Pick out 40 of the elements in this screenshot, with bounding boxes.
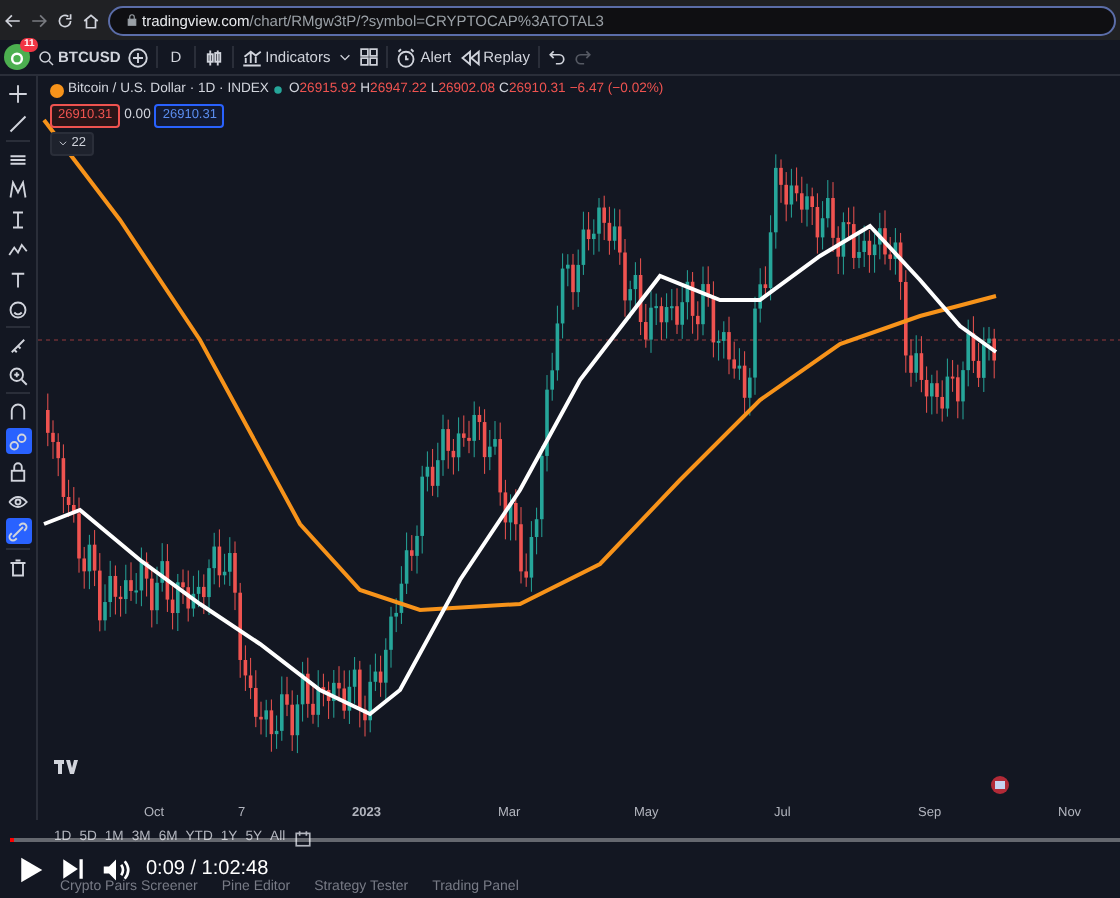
wave-icon[interactable] [8,239,28,259]
smiley-icon[interactable] [8,299,28,319]
alarm-clock-icon [396,47,417,67]
crosshair-icon[interactable] [8,83,28,103]
lock-icon[interactable] [8,461,28,481]
caret-icon[interactable] [338,50,353,64]
lock-icon [126,14,138,26]
bitcoin-icon [50,83,64,98]
add-symbol-icon[interactable] [128,47,149,67]
trash-icon[interactable] [8,557,28,577]
avatar-icon [4,44,30,70]
lines-icon[interactable] [8,149,28,169]
video-time: 0:09 / 1:02:48 [146,856,269,880]
ruler-icon[interactable] [8,335,28,355]
undo-icon[interactable] [547,48,566,66]
status-dot-icon [272,84,285,97]
back-icon[interactable] [4,11,22,29]
reload-icon[interactable] [56,11,74,29]
eye-icon[interactable] [8,491,28,511]
play-icon[interactable] [16,855,44,883]
skip-next-icon[interactable] [60,856,86,882]
calendar-icon[interactable] [293,829,312,847]
candles-icon[interactable] [203,47,224,67]
layouts-icon[interactable] [360,48,379,66]
logo-icon [54,760,78,775]
measure-icon[interactable] [8,209,28,229]
pattern-icon[interactable] [8,179,28,199]
line-tool-icon[interactable] [8,113,28,133]
events-icon[interactable] [990,776,1010,795]
text-icon[interactable] [8,269,28,289]
zoom-icon[interactable] [8,365,28,385]
home-icon[interactable] [82,11,100,29]
forward-icon[interactable] [30,11,48,29]
volume-icon[interactable] [102,855,130,883]
caret-icon [58,137,68,148]
magnet-icon[interactable] [8,401,28,421]
redo-icon[interactable] [573,48,592,66]
rewind-icon [459,47,480,67]
search-icon [38,49,54,65]
indicators-icon [241,47,262,67]
